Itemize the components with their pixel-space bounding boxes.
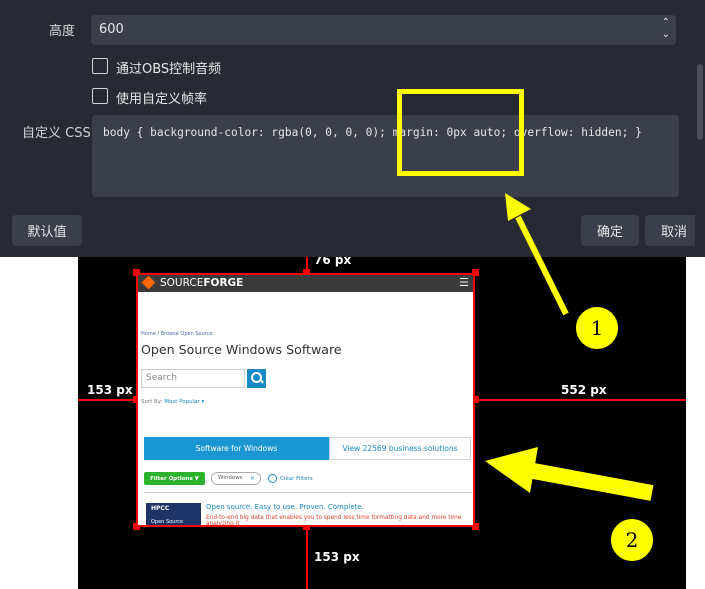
height-input[interactable]: 600 ⌃ ⌄ — [91, 15, 676, 45]
obs-audio-checkbox[interactable] — [92, 58, 108, 74]
sf-header: SOURCEFORGE ☰ — [138, 275, 473, 292]
close-icon[interactable]: × — [250, 475, 255, 482]
left-guide-line — [78, 399, 136, 401]
highlight-box — [397, 89, 524, 176]
custom-css-value: body { background-color: rgba(0, 0, 0, 0… — [103, 126, 642, 139]
scrollbar-thumb[interactable] — [697, 64, 703, 140]
spin-up-icon[interactable]: ⌃ — [662, 17, 670, 29]
search-icon-handle — [259, 378, 264, 384]
page-title: Open Source Windows Software — [141, 342, 342, 357]
defaults-button[interactable]: 默认值 — [12, 215, 82, 246]
breadcrumb[interactable]: Home / Browse Open Source — [141, 331, 213, 337]
bottom-guide-line — [306, 527, 308, 589]
divider — [144, 492, 472, 493]
custom-css-textarea[interactable]: body { background-color: rgba(0, 0, 0, 0… — [92, 115, 679, 197]
result-thumb-subtitle: Open Source — [151, 519, 184, 525]
sf-brand-bold: FORGE — [203, 277, 244, 289]
height-spinner[interactable]: ⌃ ⌄ — [662, 17, 670, 41]
sf-brand[interactable]: SOURCEFORGE — [160, 277, 243, 289]
hamburger-menu-icon[interactable]: ☰ — [459, 276, 469, 289]
bottom-margin-label: 153 px — [314, 550, 360, 564]
custom-fps-checkbox[interactable] — [92, 88, 108, 104]
top-margin-label: 76 px — [314, 257, 352, 267]
tab-business-solutions[interactable]: View 22569 business solutions — [329, 437, 471, 460]
right-guide-line — [475, 399, 686, 401]
filter-chip-label: Windows — [218, 475, 243, 481]
sort-value[interactable]: Most Popular ▾ — [164, 399, 204, 405]
ok-button[interactable]: 确定 — [581, 215, 639, 246]
result-title-link[interactable]: Open source. Easy to use. Proven. Comple… — [206, 503, 364, 511]
annotation-marker-1: 1 — [575, 306, 619, 350]
search-input[interactable]: Search — [141, 369, 245, 388]
spin-down-icon[interactable]: ⌄ — [662, 29, 670, 41]
custom-css-label: 自定义 CSS — [22, 126, 91, 141]
sort-label: Sort By: — [141, 399, 163, 405]
obs-audio-checkbox-label[interactable]: 通过OBS控制音频 — [116, 58, 221, 77]
result-description: End-to-end big data that enables you to … — [206, 515, 462, 527]
sourceforge-logo-icon — [141, 275, 156, 290]
left-margin-label: 153 px — [87, 383, 133, 397]
reset-icon — [268, 474, 277, 483]
result-thumbnail[interactable]: HPCC Open Source — [146, 503, 201, 525]
filter-chip-windows[interactable]: Windows × — [211, 472, 261, 485]
annotation-marker-2: 2 — [610, 518, 654, 562]
clear-filters-link[interactable]: Clear Filters — [268, 472, 313, 483]
height-label: 高度 — [48, 24, 75, 39]
right-margin-label: 552 px — [561, 383, 607, 397]
custom-fps-checkbox-label[interactable]: 使用自定义帧率 — [116, 88, 207, 107]
height-value: 600 — [99, 22, 124, 37]
browser-source[interactable]: SOURCEFORGE ☰ Home / Browse Open Source … — [136, 273, 475, 527]
dialog-scrollbar[interactable] — [695, 0, 705, 257]
properties-dialog: 高度 600 ⌃ ⌄ 通过OBS控制音频 使用自定义帧率 自定义 CSS bod… — [0, 0, 703, 257]
result-thumb-title: HPCC — [151, 505, 170, 512]
sf-brand-light: SOURCE — [160, 277, 204, 289]
tab-software-for-windows[interactable]: Software for Windows — [144, 437, 329, 460]
filter-options-button[interactable]: Filter Options ▼ — [144, 472, 205, 485]
clear-filters-label: Clear Filters — [280, 476, 313, 482]
search-button[interactable] — [247, 369, 266, 388]
sort-control[interactable]: Sort By: Most Popular ▾ — [141, 399, 204, 405]
